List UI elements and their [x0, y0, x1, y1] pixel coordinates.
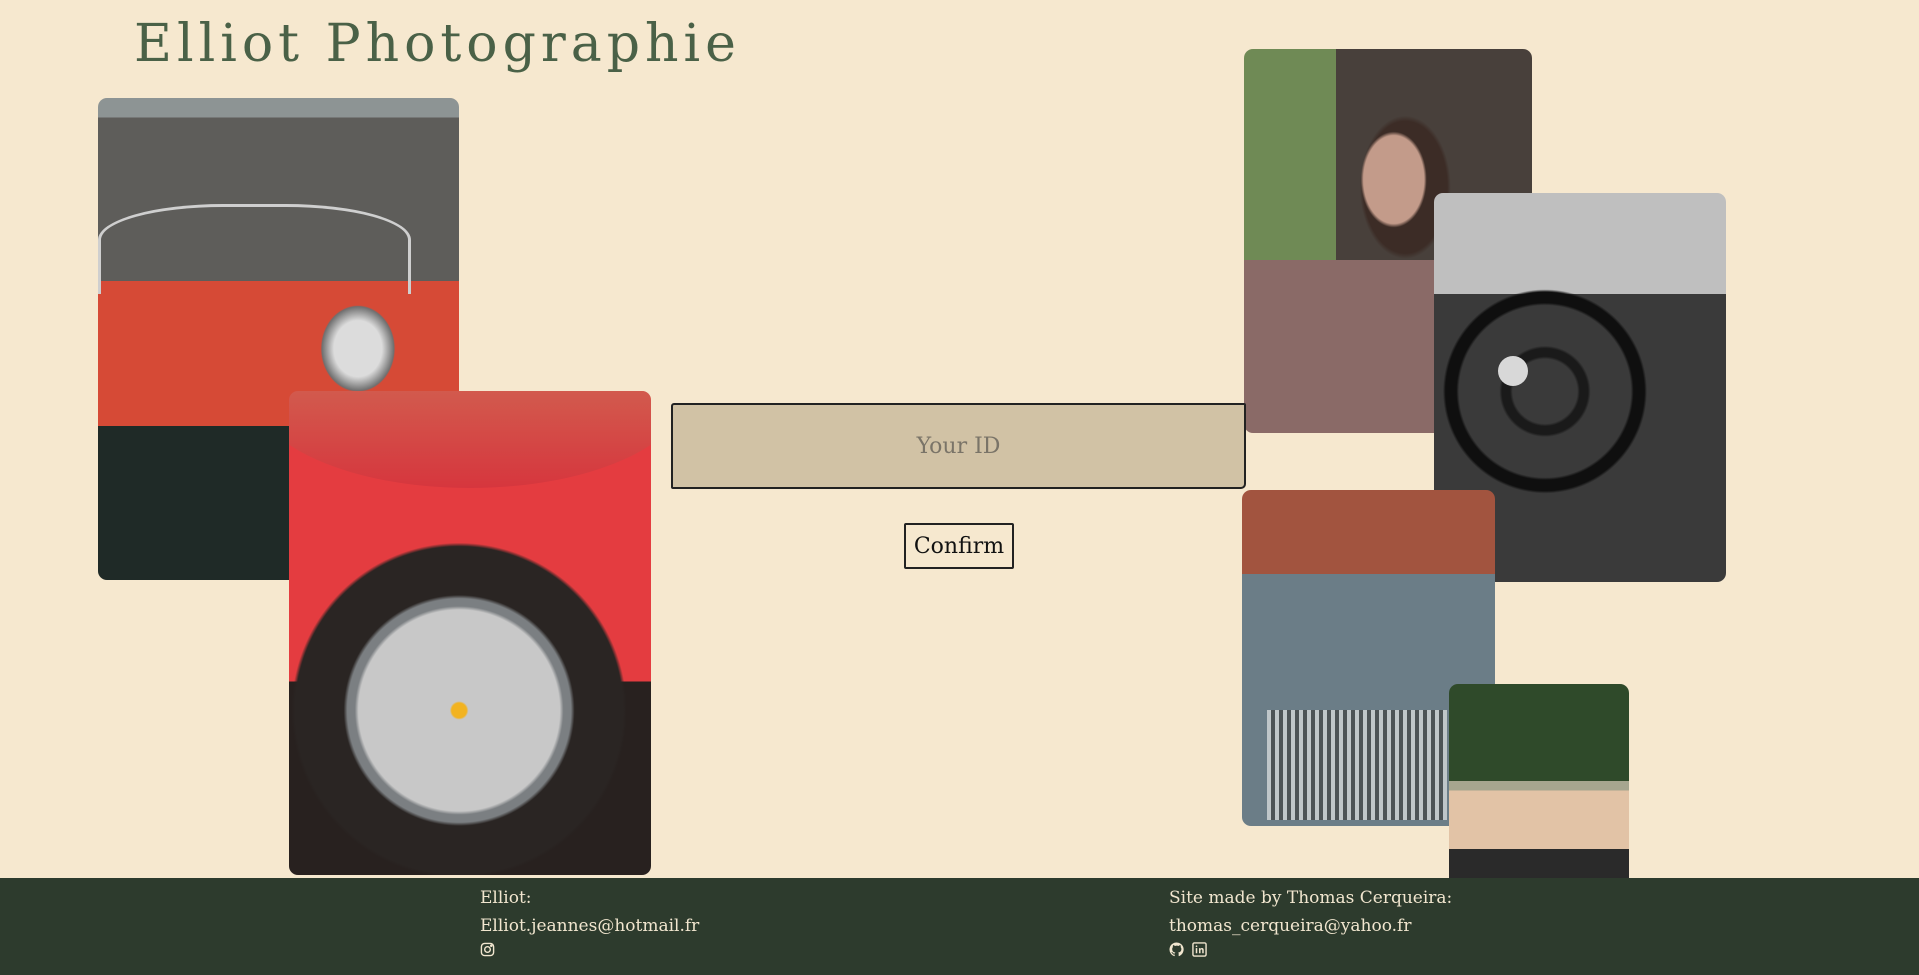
credit-label: Site made by Thomas Cerqueira: [1169, 888, 1453, 908]
footer-owner-contact: Elliot: Elliot.jeannes@hotmail.fr [480, 884, 699, 957]
red-car-wheel-photo [289, 391, 651, 875]
instagram-icon[interactable] [480, 942, 495, 957]
owner-email-link[interactable]: Elliot.jeannes@hotmail.fr [480, 916, 699, 936]
id-input[interactable] [671, 403, 1246, 489]
confirm-button[interactable]: Confirm [904, 523, 1014, 569]
credit-email-link[interactable]: thomas_cerqueira@yahoo.fr [1169, 916, 1411, 936]
site-title: Elliot Photographie [134, 14, 741, 74]
footer: Elliot: Elliot.jeannes@hotmail.fr Site m… [0, 878, 1919, 975]
mustang-photo [1449, 684, 1629, 878]
footer-credit-contact: Site made by Thomas Cerqueira: thomas_ce… [1169, 884, 1452, 957]
linkedin-icon[interactable] [1192, 942, 1207, 957]
github-icon[interactable] [1169, 942, 1184, 957]
owner-label: Elliot: [480, 888, 532, 908]
